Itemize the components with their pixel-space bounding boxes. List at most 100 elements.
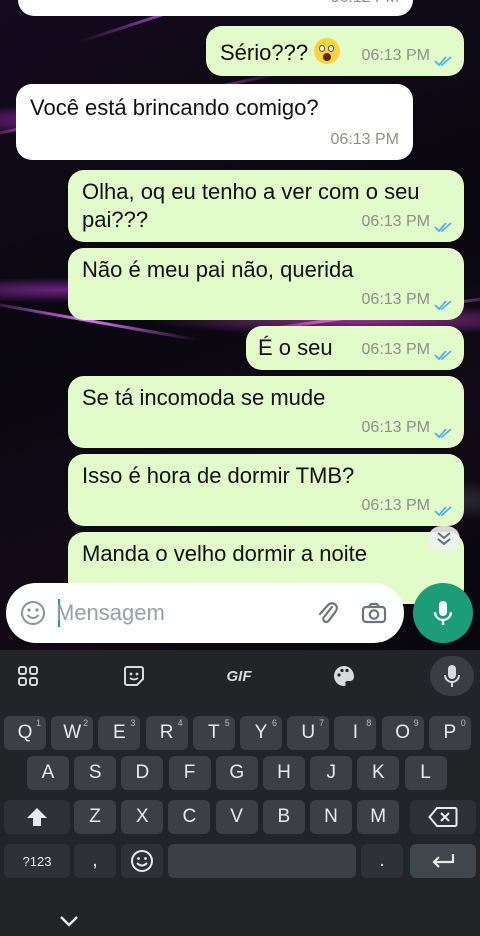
key-e-label: E bbox=[113, 722, 126, 743]
theme-button[interactable] bbox=[324, 658, 364, 694]
key-r[interactable]: R4 bbox=[145, 716, 188, 750]
chat-area[interactable]: 06:12 PM Sério??? 06:13 PM Você está bri… bbox=[0, 0, 480, 650]
message-text: Isso é hora de dormir TMB? bbox=[82, 463, 355, 488]
key-l-label: L bbox=[420, 762, 431, 783]
message-bubble-outgoing[interactable]: Isso é hora de dormir TMB? 06:13 PM bbox=[68, 454, 464, 526]
key-u-label: U bbox=[301, 722, 316, 743]
message-time: 06:13 PM bbox=[361, 341, 430, 358]
key-f[interactable]: F bbox=[168, 756, 211, 790]
message-time: 06:12 PM bbox=[331, 0, 399, 12]
message-text-line-2: pai??? bbox=[82, 207, 149, 232]
attachment-icon[interactable] bbox=[314, 599, 342, 627]
voice-typing-button[interactable] bbox=[430, 656, 474, 696]
key-z[interactable]: Z bbox=[74, 800, 116, 834]
symbols-key[interactable]: ?123 bbox=[4, 844, 70, 878]
key-d-label: D bbox=[135, 762, 150, 783]
key-m-label: M bbox=[370, 806, 387, 827]
message-bubble-outgoing[interactable]: É o seu 06:13 PM bbox=[246, 326, 464, 370]
key-x-label: X bbox=[135, 806, 149, 827]
microphone-icon bbox=[433, 601, 453, 625]
key-e-hint: 3 bbox=[130, 718, 136, 728]
key-u-hint: 7 bbox=[319, 718, 325, 728]
comma-key[interactable]: , bbox=[74, 844, 116, 878]
key-s[interactable]: S bbox=[74, 756, 117, 790]
key-w[interactable]: W2 bbox=[51, 716, 94, 750]
emoji-icon[interactable] bbox=[20, 600, 46, 626]
key-d[interactable]: D bbox=[121, 756, 164, 790]
key-t-label: T bbox=[207, 722, 220, 743]
message-bubble-outgoing[interactable]: Não é meu pai não, querida 06:13 PM bbox=[68, 248, 464, 320]
key-r-label: R bbox=[159, 722, 174, 743]
enter-arrow-icon bbox=[432, 854, 455, 868]
hide-keyboard-icon[interactable] bbox=[58, 914, 80, 928]
key-m[interactable]: M bbox=[357, 800, 400, 834]
palette-icon bbox=[334, 666, 354, 686]
key-r-hint: 4 bbox=[177, 718, 183, 728]
double-check-icon bbox=[434, 506, 452, 517]
scroll-to-bottom-button[interactable] bbox=[428, 526, 460, 552]
message-time: 06:13 PM bbox=[361, 47, 430, 64]
message-bubble-outgoing[interactable]: Se tá incomoda se mude 06:13 PM bbox=[68, 376, 464, 448]
message-bubble-outgoing[interactable]: Sério??? 06:13 PM bbox=[206, 26, 464, 76]
key-i[interactable]: I8 bbox=[334, 716, 377, 750]
key-j-label: J bbox=[326, 762, 336, 783]
navigation-bar bbox=[0, 908, 480, 936]
key-p[interactable]: P0 bbox=[428, 716, 471, 750]
message-bubble-partial[interactable]: 06:12 PM bbox=[18, 0, 413, 16]
apps-grid-button[interactable] bbox=[8, 658, 48, 694]
message-input[interactable]: Mensagem bbox=[56, 600, 165, 626]
period-key[interactable]: . bbox=[361, 844, 403, 878]
gif-button[interactable]: GIF bbox=[219, 658, 259, 694]
message-bubble-incoming[interactable]: Você está brincando comigo? 06:13 PM bbox=[16, 84, 413, 160]
key-v[interactable]: V bbox=[215, 800, 258, 834]
emoji-key[interactable] bbox=[121, 844, 163, 878]
key-e[interactable]: E3 bbox=[98, 716, 141, 750]
key-b-label: B bbox=[277, 806, 291, 827]
period-key-label: . bbox=[379, 850, 385, 871]
key-o[interactable]: O9 bbox=[381, 716, 424, 750]
message-text: Sério??? bbox=[220, 38, 341, 67]
key-x[interactable]: X bbox=[121, 800, 164, 834]
microphone-icon bbox=[444, 665, 460, 687]
message-bubble-outgoing[interactable]: Olha, oq eu tenho a ver com o seu pai???… bbox=[68, 170, 464, 242]
message-composer[interactable]: Mensagem bbox=[6, 583, 404, 643]
double-check-icon bbox=[434, 428, 452, 439]
camera-icon[interactable] bbox=[360, 599, 388, 627]
key-s-label: S bbox=[88, 762, 102, 783]
key-h[interactable]: H bbox=[263, 756, 305, 790]
message-text-line-1: Olha, oq eu tenho a ver com o seu bbox=[82, 179, 420, 204]
key-f-label: F bbox=[183, 762, 196, 783]
double-check-icon bbox=[434, 56, 452, 67]
grid-icon bbox=[18, 666, 38, 686]
backspace-key[interactable] bbox=[410, 800, 476, 834]
key-i-hint: 8 bbox=[366, 718, 372, 728]
key-t[interactable]: T5 bbox=[192, 716, 235, 750]
key-j[interactable]: J bbox=[310, 756, 353, 790]
key-w-hint: 2 bbox=[83, 718, 89, 728]
key-n[interactable]: N bbox=[310, 800, 352, 834]
key-l[interactable]: L bbox=[404, 756, 447, 790]
key-b[interactable]: B bbox=[262, 800, 305, 834]
sticker-button[interactable] bbox=[114, 658, 154, 694]
keyboard[interactable]: GIF Q1W2E3R4T5Y6U7I8O9P0ASDFGHJKLZXCVBNM… bbox=[0, 650, 480, 936]
key-k[interactable]: K bbox=[357, 756, 400, 790]
enter-key[interactable] bbox=[410, 844, 476, 878]
key-q[interactable]: Q1 bbox=[4, 716, 46, 750]
space-key[interactable] bbox=[168, 844, 356, 878]
shift-key[interactable] bbox=[4, 800, 70, 834]
message-time: 06:13 PM bbox=[361, 497, 430, 514]
key-v-label: V bbox=[230, 806, 243, 827]
key-g-label: G bbox=[229, 762, 245, 783]
shift-icon bbox=[27, 808, 47, 826]
key-g[interactable]: G bbox=[215, 756, 258, 790]
voice-message-button[interactable] bbox=[413, 583, 473, 643]
key-y[interactable]: Y6 bbox=[240, 716, 282, 750]
key-q-hint: 1 bbox=[35, 718, 41, 728]
face-screaming-icon bbox=[314, 38, 341, 64]
key-u[interactable]: U7 bbox=[287, 716, 330, 750]
key-i-label: I bbox=[352, 722, 359, 743]
key-a[interactable]: A bbox=[27, 756, 69, 790]
key-a-label: A bbox=[41, 762, 55, 783]
key-c[interactable]: C bbox=[168, 800, 211, 834]
message-text: Manda o velho dormir a noite bbox=[82, 541, 367, 566]
